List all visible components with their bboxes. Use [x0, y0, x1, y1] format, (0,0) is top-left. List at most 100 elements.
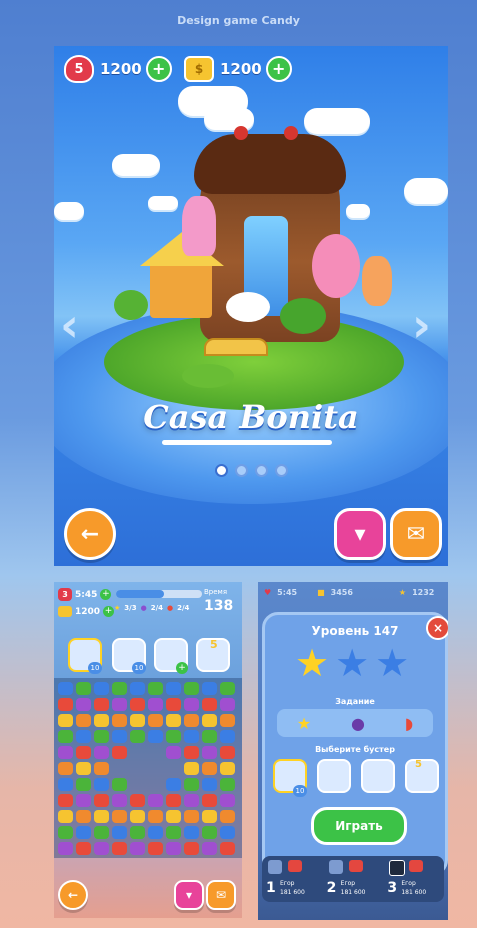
- candy-piece[interactable]: [58, 778, 73, 791]
- candy-piece[interactable]: [112, 794, 127, 807]
- candy-piece[interactable]: [148, 794, 163, 807]
- candy-piece[interactable]: [94, 810, 109, 823]
- candy-piece[interactable]: [220, 794, 235, 807]
- candy-piece[interactable]: [58, 714, 73, 727]
- candy-piece[interactable]: [130, 842, 145, 855]
- candy-piece[interactable]: [184, 762, 199, 775]
- candy-piece[interactable]: [112, 778, 127, 791]
- candy-piece[interactable]: [202, 746, 217, 759]
- candy-piece[interactable]: [220, 762, 235, 775]
- page-dot[interactable]: [274, 464, 288, 477]
- candy-piece[interactable]: [76, 682, 91, 695]
- booster-hammer[interactable]: [405, 759, 439, 793]
- candy-piece[interactable]: [202, 826, 217, 839]
- candy-piece[interactable]: [202, 682, 217, 695]
- candy-piece[interactable]: [166, 714, 181, 727]
- candy-piece[interactable]: [58, 682, 73, 695]
- candy-piece[interactable]: [166, 746, 181, 759]
- candy-piece[interactable]: [94, 746, 109, 759]
- candy-piece[interactable]: [148, 842, 163, 855]
- add-coins-button[interactable]: +: [265, 56, 292, 82]
- candy-piece[interactable]: [112, 826, 127, 839]
- booster-jar[interactable]: [361, 759, 395, 793]
- candy-piece[interactable]: [202, 778, 217, 791]
- candy-piece[interactable]: [184, 746, 199, 759]
- candy-piece[interactable]: [220, 778, 235, 791]
- candy-piece[interactable]: [184, 698, 199, 711]
- candy-piece[interactable]: [130, 682, 145, 695]
- candy-piece[interactable]: [112, 842, 127, 855]
- close-button[interactable]: ×: [426, 616, 448, 640]
- previous-location-arrow[interactable]: ‹: [60, 298, 79, 352]
- candy-piece[interactable]: [130, 730, 145, 743]
- back-button[interactable]: ←: [58, 880, 88, 910]
- candy-piece[interactable]: [94, 682, 109, 695]
- candy-piece[interactable]: [202, 810, 217, 823]
- candy-piece[interactable]: [220, 682, 235, 695]
- candy-piece[interactable]: [184, 778, 199, 791]
- candy-piece[interactable]: [166, 810, 181, 823]
- candy-piece[interactable]: [76, 842, 91, 855]
- candy-piece[interactable]: [148, 826, 163, 839]
- candy-piece[interactable]: [202, 794, 217, 807]
- candy-piece[interactable]: [166, 730, 181, 743]
- candy-piece[interactable]: [58, 826, 73, 839]
- candy-piece[interactable]: [220, 746, 235, 759]
- candy-piece[interactable]: [94, 826, 109, 839]
- candy-piece[interactable]: [184, 826, 199, 839]
- candy-piece[interactable]: [112, 682, 127, 695]
- candy-piece[interactable]: [76, 730, 91, 743]
- candy-piece[interactable]: [202, 762, 217, 775]
- candy-piece[interactable]: [76, 762, 91, 775]
- candy-piece[interactable]: [76, 778, 91, 791]
- candy-piece[interactable]: [58, 810, 73, 823]
- candy-piece[interactable]: [130, 698, 145, 711]
- candy-piece[interactable]: [184, 794, 199, 807]
- candy-piece[interactable]: [76, 698, 91, 711]
- candy-piece[interactable]: [166, 778, 181, 791]
- candy-piece[interactable]: [202, 842, 217, 855]
- candy-piece[interactable]: [130, 810, 145, 823]
- add-coins-button[interactable]: +: [103, 606, 115, 617]
- shop-button[interactable]: ▾: [174, 880, 204, 910]
- candy-piece[interactable]: [112, 730, 127, 743]
- candy-piece[interactable]: [94, 778, 109, 791]
- candy-piece[interactable]: [148, 730, 163, 743]
- back-button[interactable]: ←: [64, 508, 116, 560]
- candy-piece[interactable]: [166, 826, 181, 839]
- candy-piece[interactable]: [58, 746, 73, 759]
- page-dot[interactable]: [254, 464, 268, 477]
- candy-piece[interactable]: [130, 826, 145, 839]
- candy-piece[interactable]: [94, 794, 109, 807]
- candy-piece[interactable]: [112, 698, 127, 711]
- candy-piece[interactable]: [220, 810, 235, 823]
- candy-piece[interactable]: [166, 794, 181, 807]
- candy-piece[interactable]: [220, 842, 235, 855]
- candy-piece[interactable]: [130, 794, 145, 807]
- candy-piece[interactable]: [58, 698, 73, 711]
- candy-piece[interactable]: [76, 714, 91, 727]
- candy-piece[interactable]: [94, 842, 109, 855]
- candy-piece[interactable]: [94, 714, 109, 727]
- candy-piece[interactable]: [76, 794, 91, 807]
- candy-piece[interactable]: [148, 714, 163, 727]
- candy-piece[interactable]: [184, 810, 199, 823]
- next-location-arrow[interactable]: ›: [412, 298, 431, 352]
- candy-piece[interactable]: [202, 698, 217, 711]
- candy-piece[interactable]: [76, 826, 91, 839]
- candy-piece[interactable]: [184, 842, 199, 855]
- candy-piece[interactable]: [130, 714, 145, 727]
- add-lives-button[interactable]: +: [145, 56, 172, 82]
- candy-piece[interactable]: [184, 730, 199, 743]
- candy-piece[interactable]: [58, 762, 73, 775]
- candy-piece[interactable]: [112, 746, 127, 759]
- mail-button[interactable]: ✉: [390, 508, 442, 560]
- add-booster-button[interactable]: +: [176, 662, 188, 674]
- candy-piece[interactable]: [166, 682, 181, 695]
- candy-piece[interactable]: [112, 810, 127, 823]
- add-lives-button[interactable]: +: [100, 589, 112, 600]
- candy-piece[interactable]: [58, 794, 73, 807]
- candy-piece[interactable]: [76, 746, 91, 759]
- candy-piece[interactable]: [148, 698, 163, 711]
- candy-piece[interactable]: [220, 826, 235, 839]
